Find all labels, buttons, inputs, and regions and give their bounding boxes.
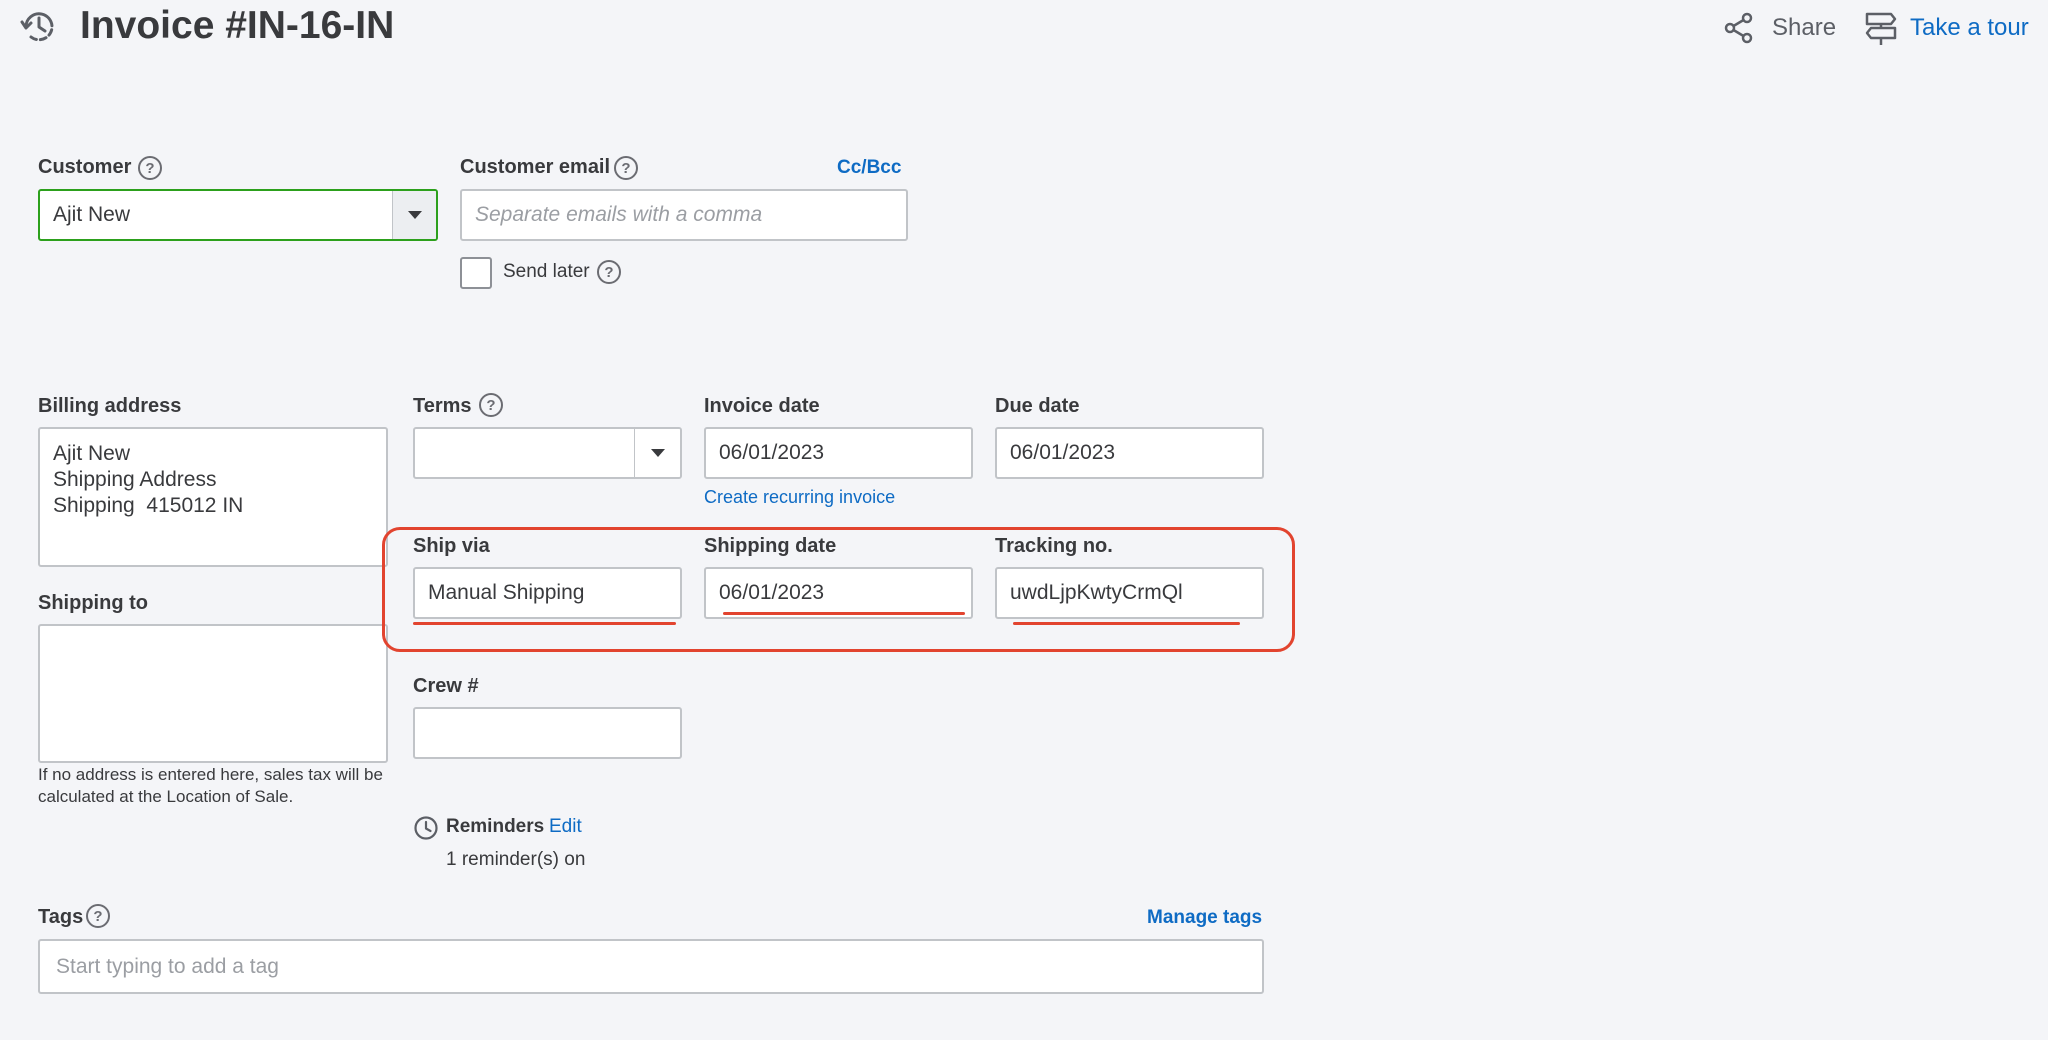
terms-help-icon[interactable]: ? xyxy=(479,393,503,417)
crew-label: Crew # xyxy=(413,675,479,697)
share-button[interactable]: Share xyxy=(1722,8,1836,48)
send-later-checkbox[interactable] xyxy=(460,257,492,289)
take-tour-button[interactable]: Take a tour xyxy=(1862,8,2029,48)
customer-email-placeholder: Separate emails with a comma xyxy=(475,203,763,226)
billing-line: Shipping Address xyxy=(53,468,217,491)
due-date-label: Due date xyxy=(995,395,1080,417)
ship-via-underline xyxy=(413,622,676,625)
shipping-to-label: Shipping to xyxy=(38,592,148,614)
shipping-to-textarea[interactable] xyxy=(38,624,388,763)
page-title: Invoice #IN-16-IN xyxy=(80,4,395,47)
tags-help-icon[interactable]: ? xyxy=(86,904,110,928)
take-tour-label: Take a tour xyxy=(1910,14,2029,41)
shipping-to-note-line: If no address is entered here, sales tax… xyxy=(38,765,383,784)
share-icon xyxy=(1722,11,1756,45)
tracking-no-input[interactable]: uwdLjpKwtyCrmQl xyxy=(995,567,1264,619)
customer-email-help-icon[interactable]: ? xyxy=(614,156,638,180)
cc-bcc-link[interactable]: Cc/Bcc xyxy=(837,157,901,179)
shipping-date-underline xyxy=(723,612,965,615)
tracking-no-underline xyxy=(1013,622,1240,625)
invoice-date-label: Invoice date xyxy=(704,395,820,417)
reminders-status: 1 reminder(s) on xyxy=(446,849,586,870)
reminders-edit-link[interactable]: Edit xyxy=(549,816,582,838)
send-later-label: Send later xyxy=(503,261,590,282)
shipping-to-note: If no address is entered here, sales tax… xyxy=(38,764,383,808)
invoice-date-input[interactable]: 06/01/2023 xyxy=(704,427,973,479)
billing-line: Shipping 415012 IN xyxy=(53,494,244,517)
shipping-to-note-line: calculated at the Location of Sale. xyxy=(38,787,294,806)
due-date-input[interactable]: 06/01/2023 xyxy=(995,427,1264,479)
tags-placeholder: Start typing to add a tag xyxy=(56,954,279,978)
create-recurring-invoice-link[interactable]: Create recurring invoice xyxy=(704,487,895,508)
customer-select[interactable]: Ajit New xyxy=(38,189,438,241)
tags-input[interactable]: Start typing to add a tag xyxy=(38,939,1264,994)
ship-via-value: Manual Shipping xyxy=(428,581,585,604)
chevron-down-icon[interactable] xyxy=(392,191,436,239)
customer-value: Ajit New xyxy=(53,203,131,226)
tags-label: Tags xyxy=(38,906,84,928)
invoice-date-value: 06/01/2023 xyxy=(719,441,825,464)
terms-label: Terms xyxy=(413,395,472,417)
shipping-date-label: Shipping date xyxy=(704,535,837,557)
signpost-icon xyxy=(1862,9,1900,47)
ship-via-input[interactable]: Manual Shipping xyxy=(413,567,682,619)
billing-address-textarea[interactable]: Ajit New Shipping Address Shipping 41501… xyxy=(38,427,388,567)
ship-via-label: Ship via xyxy=(413,535,490,557)
clock-icon xyxy=(413,815,439,841)
tracking-no-label: Tracking no. xyxy=(995,535,1113,557)
terms-select[interactable] xyxy=(413,427,682,479)
tracking-no-value: uwdLjpKwtyCrmQl xyxy=(1010,581,1183,604)
customer-label: Customer xyxy=(38,156,132,178)
share-label: Share xyxy=(1772,14,1837,41)
chevron-down-icon[interactable] xyxy=(634,429,680,477)
crew-input[interactable] xyxy=(413,707,682,759)
due-date-value: 06/01/2023 xyxy=(1010,441,1116,464)
customer-email-input[interactable]: Separate emails with a comma xyxy=(460,189,908,241)
manage-tags-link[interactable]: Manage tags xyxy=(1147,907,1262,929)
shipping-date-value: 06/01/2023 xyxy=(719,581,825,604)
send-later-help-icon[interactable]: ? xyxy=(597,260,621,284)
customer-email-label: Customer email xyxy=(460,156,611,178)
billing-address-label: Billing address xyxy=(38,395,182,417)
reminders-label: Reminders xyxy=(446,816,545,837)
history-icon[interactable] xyxy=(18,6,60,48)
customer-help-icon[interactable]: ? xyxy=(138,156,162,180)
billing-line: Ajit New xyxy=(53,442,131,465)
